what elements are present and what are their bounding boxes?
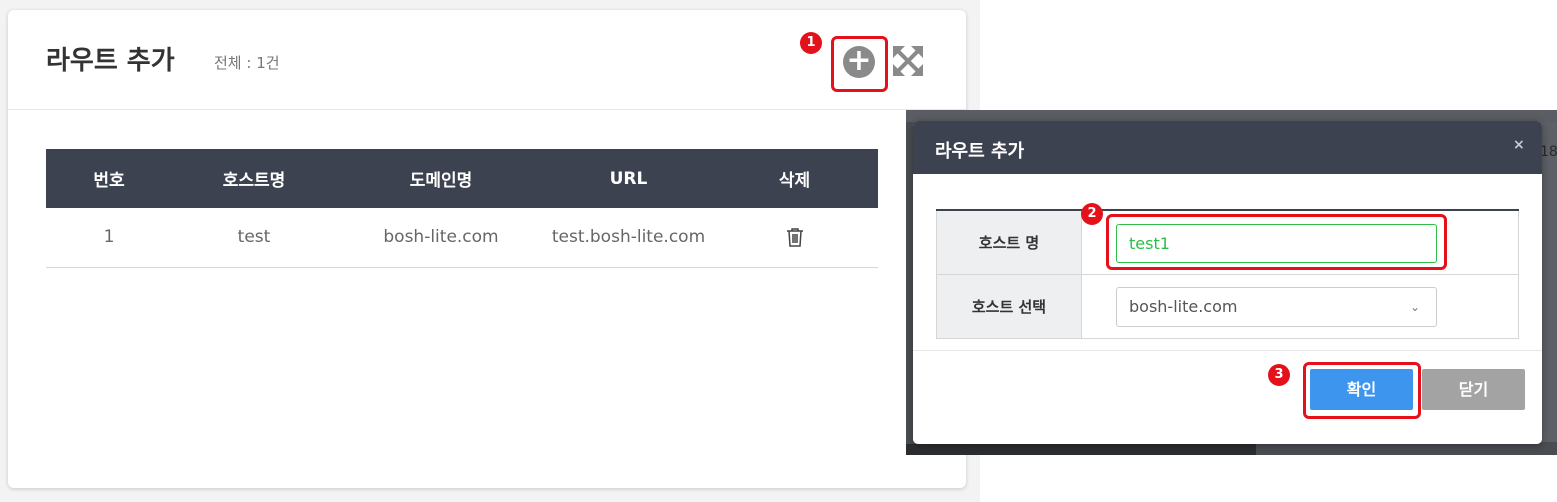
cancel-button[interactable]: 닫기 — [1422, 369, 1525, 410]
callout-badge-3: 3 — [1268, 364, 1290, 386]
add-route-modal: 라우트 추가 × 호스트 명 test1 호스트 선택 bosh-lite.co… — [913, 121, 1542, 444]
col-url-header: URL — [546, 149, 711, 208]
route-table: 번호 호스트명 도메인명 URL 삭제 1 test bosh-lite.com… — [46, 149, 878, 268]
cell-domain: bosh-lite.com — [336, 208, 546, 268]
modal-header: 라우트 추가 × — [913, 121, 1542, 174]
backdrop-stub — [906, 444, 1256, 455]
chevron-down-icon: ⌄ — [1409, 300, 1420, 314]
callout-box-add — [831, 36, 888, 92]
backdrop-edge-text: 18 — [1540, 144, 1557, 160]
host-select-label: 호스트 선택 — [937, 275, 1082, 338]
table-row: 1 test bosh-lite.com test.bosh-lite.com — [46, 208, 878, 268]
cell-host: test — [172, 208, 336, 268]
callout-badge-2: 2 — [1081, 203, 1103, 225]
cell-url: test.bosh-lite.com — [546, 208, 711, 268]
total-count: 전체 : 1건 — [214, 54, 280, 72]
expand-arrows-icon[interactable] — [891, 44, 925, 78]
domain-select[interactable]: bosh-lite.com ⌄ — [1116, 287, 1437, 327]
cell-delete — [711, 208, 878, 268]
route-list-panel: 라우트 추가 전체 : 1건 + 번호 호스트명 도메인명 URL 삭제 1 t… — [8, 10, 966, 488]
domain-select-value: bosh-lite.com — [1129, 297, 1238, 316]
col-host-header: 호스트명 — [172, 149, 336, 208]
col-delete-header: 삭제 — [711, 149, 878, 208]
callout-box-confirm — [1303, 362, 1421, 419]
panel-title: 라우트 추가 — [46, 46, 175, 76]
trash-icon[interactable] — [786, 227, 804, 247]
cell-number: 1 — [46, 208, 172, 268]
callout-badge-1: 1 — [800, 32, 822, 54]
col-number-header: 번호 — [46, 149, 172, 208]
form-row-domain: 호스트 선택 bosh-lite.com ⌄ — [936, 275, 1519, 339]
close-icon[interactable]: × — [1513, 137, 1525, 153]
panel-header: 라우트 추가 전체 : 1건 + — [8, 10, 966, 110]
host-name-label: 호스트 명 — [937, 211, 1082, 274]
modal-title: 라우트 추가 — [935, 141, 1025, 162]
col-domain-header: 도메인명 — [336, 149, 546, 208]
callout-box-host — [1106, 214, 1447, 270]
table-header-row: 번호 호스트명 도메인명 URL 삭제 — [46, 149, 878, 208]
modal-footer-divider — [913, 350, 1542, 351]
